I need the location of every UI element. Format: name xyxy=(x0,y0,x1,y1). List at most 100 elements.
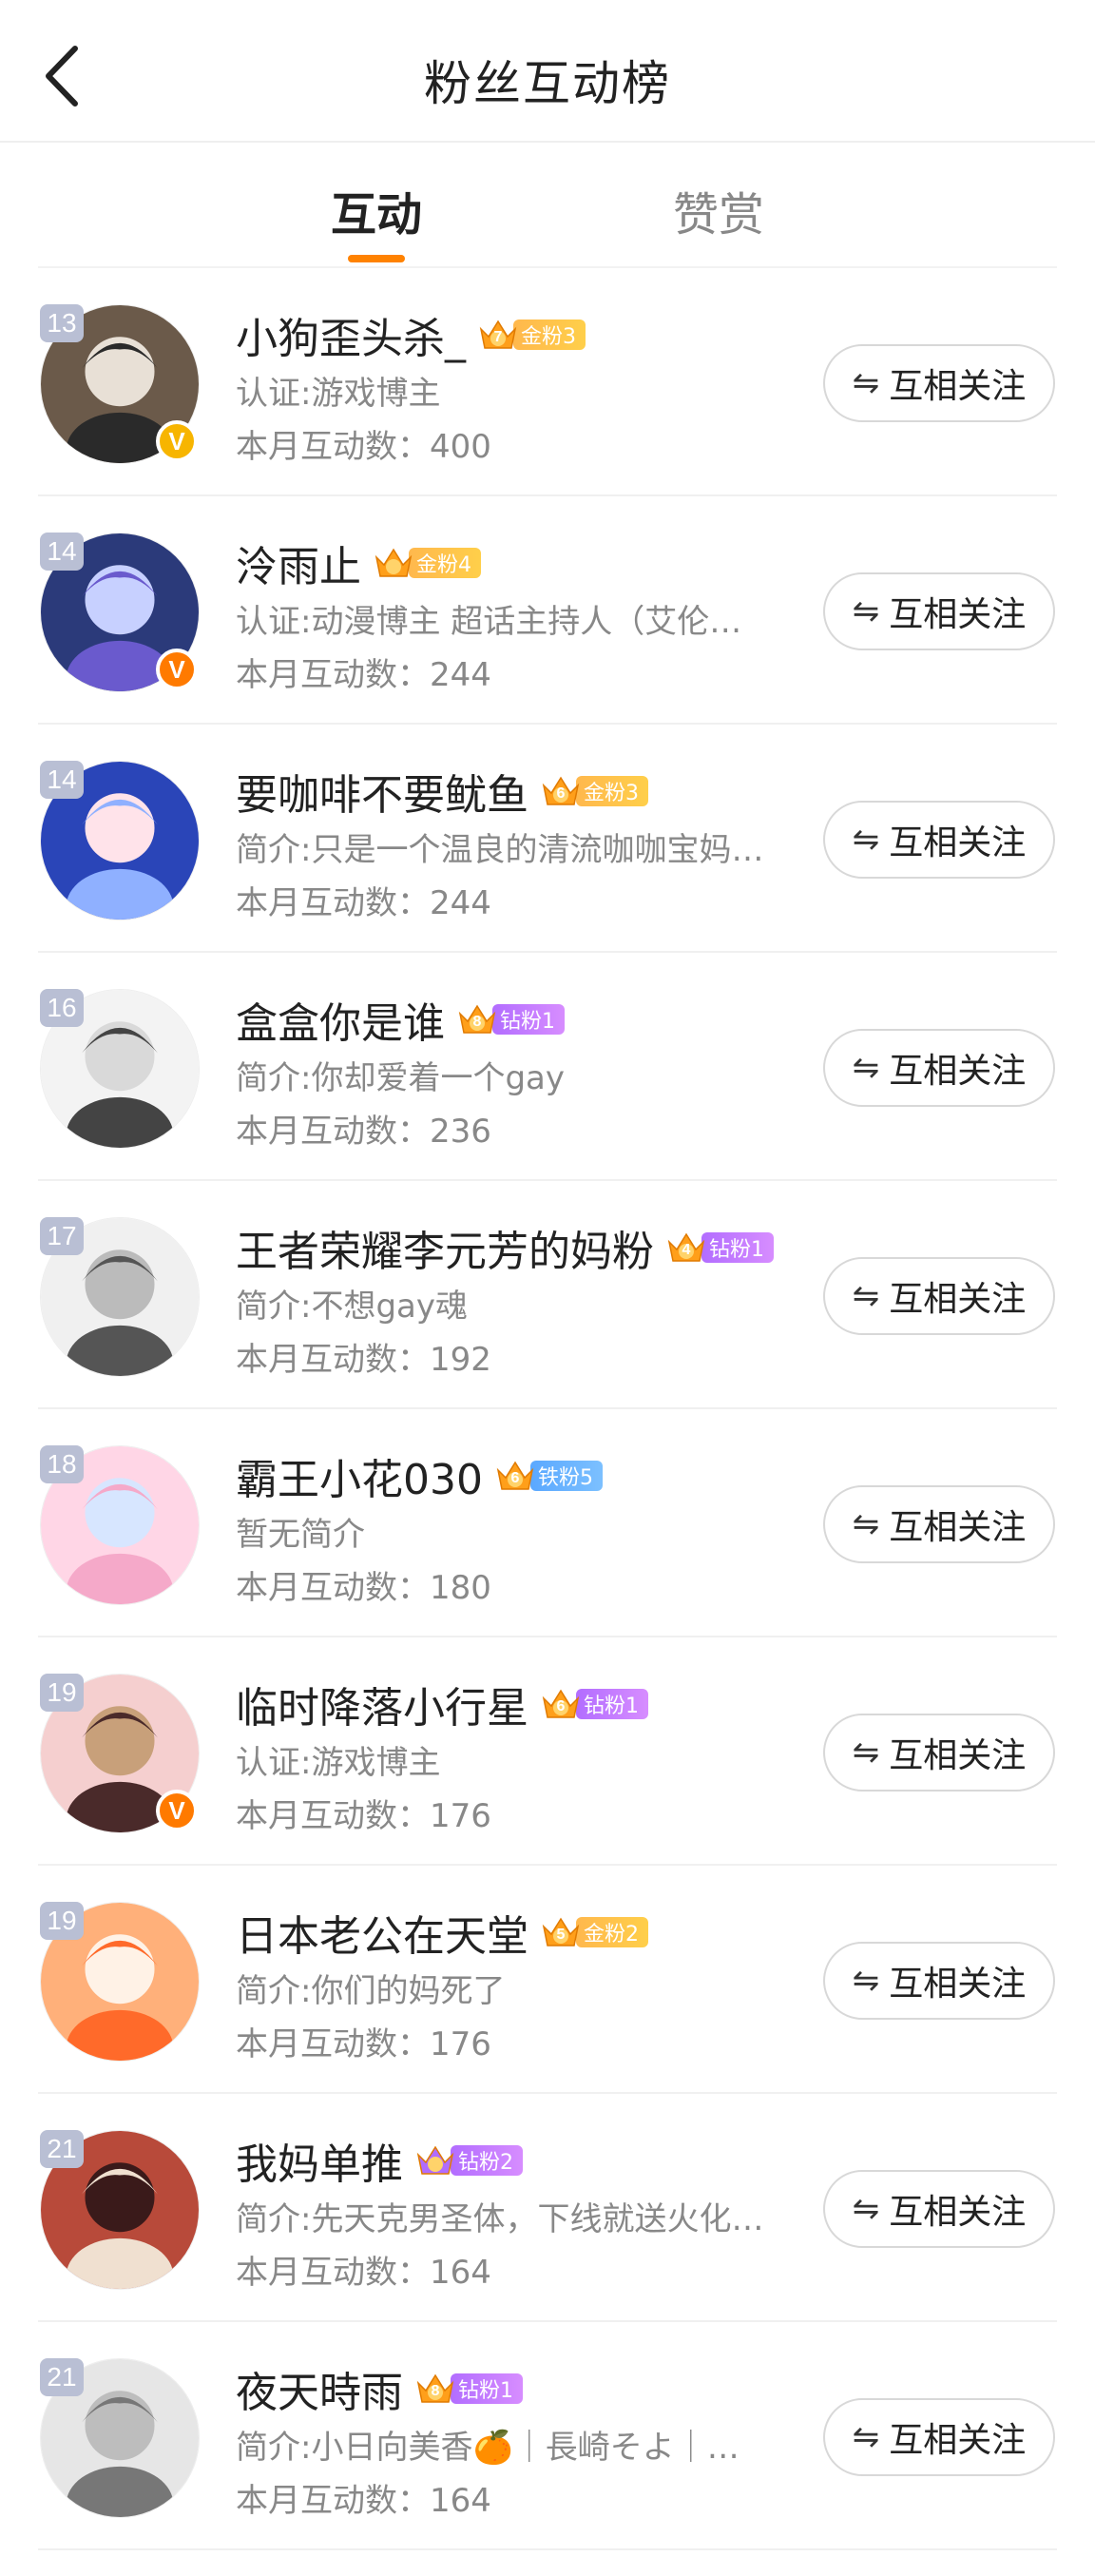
fan-description: 暂无简介 xyxy=(236,1516,365,1554)
mutual-follow-button[interactable]: ⇋ 互相关注 xyxy=(823,1257,1055,1335)
follow-button-label: 互相关注 xyxy=(889,1965,1027,2004)
interaction-count: 本月互动数：236 xyxy=(236,1113,491,1151)
interaction-count: 本月互动数：244 xyxy=(236,656,491,694)
fan-badge-label: 金粉3 xyxy=(513,320,586,350)
mutual-follow-button[interactable]: ⇋ 互相关注 xyxy=(823,1029,1055,1107)
mutual-follow-icon: ⇋ xyxy=(852,821,880,859)
mutual-follow-icon: ⇋ xyxy=(852,592,880,630)
list-item[interactable]: 21 夜天時雨 8 钻粉1 简介:小日向美香🍊｜長崎そよ｜… 本月互动数：164… xyxy=(0,2322,1095,2550)
crown-icon: 8 xyxy=(414,2370,456,2408)
active-tab-indicator xyxy=(348,255,405,262)
follow-button-label: 互相关注 xyxy=(889,2421,1027,2460)
fan-badge-label: 钻粉1 xyxy=(492,1004,565,1035)
mutual-follow-button[interactable]: ⇋ 互相关注 xyxy=(823,1485,1055,1563)
list-item[interactable]: 13 V 小狗歪头杀_ 7 金粉3 认证:游戏博主 本月互动数：400 ⇋ 互相… xyxy=(0,268,1095,496)
fan-list: 13 V 小狗歪头杀_ 7 金粉3 认证:游戏博主 本月互动数：400 ⇋ 互相… xyxy=(0,268,1095,2550)
fan-name[interactable]: 夜天時雨 xyxy=(236,2358,403,2419)
interaction-count: 本月互动数：164 xyxy=(236,2254,491,2292)
crown-level: 7 xyxy=(493,329,503,345)
fan-level-badge: 6 金粉3 xyxy=(540,774,648,808)
crown-level: 6 xyxy=(556,785,566,802)
fan-description: 认证:动漫博主 超话主持人（艾伦… xyxy=(236,603,742,641)
crown-icon xyxy=(373,544,414,582)
crown-level xyxy=(428,2155,443,2174)
rank-badge: 14 xyxy=(40,533,84,571)
list-item[interactable]: 18 霸王小花030 6 铁粉5 暂无简介 本月互动数：180 ⇋ 互相关注 xyxy=(0,1409,1095,1637)
mutual-follow-button[interactable]: ⇋ 互相关注 xyxy=(823,1714,1055,1792)
list-item[interactable]: 14 V 泠雨止 金粉4 认证:动漫博主 超话主持人（艾伦… 本月互动数：244… xyxy=(0,496,1095,725)
fan-name[interactable]: 要咖啡不要鱿鱼 xyxy=(236,761,528,822)
fan-name[interactable]: 泠雨止 xyxy=(236,533,361,593)
follow-button-label: 互相关注 xyxy=(889,2193,1027,2232)
interaction-count: 本月互动数：176 xyxy=(236,1797,491,1835)
tab-reward[interactable]: 赞赏 xyxy=(673,177,764,243)
crown-level: 6 xyxy=(556,1698,566,1714)
crown-level: 5 xyxy=(556,1927,566,1943)
crown-icon: 6 xyxy=(540,1685,582,1723)
crown-level: 6 xyxy=(510,1470,520,1486)
crown-icon: 7 xyxy=(477,316,519,354)
list-item[interactable]: 17 王者荣耀李元芳的妈粉 4 钻粉1 简介:不想gay魂 本月互动数：192 … xyxy=(0,1181,1095,1409)
fan-description: 认证:游戏博主 xyxy=(236,375,441,413)
mutual-follow-icon: ⇋ xyxy=(852,2190,880,2228)
fan-name[interactable]: 小狗歪头杀_ xyxy=(236,304,466,365)
fan-description: 简介:你们的妈死了 xyxy=(236,1972,506,2010)
mutual-follow-icon: ⇋ xyxy=(852,2418,880,2456)
crown-level: 8 xyxy=(472,1014,482,1030)
fan-name[interactable]: 霸王小花030 xyxy=(236,1445,483,1506)
page-title: 粉丝互动榜 xyxy=(424,56,671,111)
fan-level-badge: 8 钻粉1 xyxy=(456,1002,565,1036)
crown-icon xyxy=(414,2141,456,2179)
verified-icon: V xyxy=(156,420,198,462)
crown-icon: 5 xyxy=(540,1913,582,1951)
tab-bar: 互动 赞赏 xyxy=(0,143,1095,268)
mutual-follow-button[interactable]: ⇋ 互相关注 xyxy=(823,2170,1055,2248)
mutual-follow-button[interactable]: ⇋ 互相关注 xyxy=(823,801,1055,879)
crown-level xyxy=(386,557,401,576)
name-line: 要咖啡不要鱿鱼 6 金粉3 xyxy=(236,763,648,820)
mutual-follow-icon: ⇋ xyxy=(852,1049,880,1087)
fan-description: 简介:只是一个温良的清流咖咖宝妈… xyxy=(236,831,764,869)
fan-name[interactable]: 临时降落小行星 xyxy=(236,1674,528,1734)
fan-badge-label: 铁粉5 xyxy=(529,1461,603,1491)
name-line: 临时降落小行星 6 钻粉1 xyxy=(236,1675,648,1733)
mutual-follow-button[interactable]: ⇋ 互相关注 xyxy=(823,1942,1055,2020)
rank-badge: 18 xyxy=(40,1445,84,1483)
fan-name[interactable]: 日本老公在天堂 xyxy=(236,1902,528,1963)
rank-badge: 19 xyxy=(40,1902,84,1940)
interaction-count: 本月互动数：244 xyxy=(236,884,491,922)
fan-level-badge: 6 钻粉1 xyxy=(540,1687,648,1721)
fan-level-badge: 4 钻粉1 xyxy=(665,1230,774,1265)
tab-interaction[interactable]: 互动 xyxy=(331,177,422,243)
fan-name[interactable]: 我妈单推 xyxy=(236,2130,403,2191)
mutual-follow-icon: ⇋ xyxy=(852,1962,880,2000)
list-item[interactable]: 19 V 临时降落小行星 6 钻粉1 认证:游戏博主 本月互动数：176 ⇋ 互… xyxy=(0,1637,1095,1866)
fan-badge-label: 钻粉2 xyxy=(451,2145,523,2176)
top-bar: 粉丝互动榜 xyxy=(0,0,1095,143)
fan-level-badge: 6 铁粉5 xyxy=(494,1459,603,1493)
name-line: 盒盒你是谁 8 钻粉1 xyxy=(236,991,565,1048)
mutual-follow-button[interactable]: ⇋ 互相关注 xyxy=(823,344,1055,422)
interaction-count: 本月互动数：192 xyxy=(236,1341,491,1379)
rank-badge: 16 xyxy=(40,989,84,1027)
list-item[interactable]: 21 我妈单推 钻粉2 简介:先天克男圣体，下线就送火化… 本月互动数：164 … xyxy=(0,2094,1095,2322)
fan-badge-label: 金粉2 xyxy=(576,1917,648,1947)
fan-badge-label: 钻粉1 xyxy=(701,1232,774,1263)
crown-icon: 6 xyxy=(540,772,582,810)
fan-name[interactable]: 王者荣耀李元芳的妈粉 xyxy=(236,1217,654,1278)
fan-description: 认证:游戏博主 xyxy=(236,1744,441,1782)
fan-name[interactable]: 盒盒你是谁 xyxy=(236,989,445,1050)
mutual-follow-button[interactable]: ⇋ 互相关注 xyxy=(823,2398,1055,2476)
follow-button-label: 互相关注 xyxy=(889,1280,1027,1319)
mutual-follow-icon: ⇋ xyxy=(852,1733,880,1772)
list-item[interactable]: 14 要咖啡不要鱿鱼 6 金粉3 简介:只是一个温良的清流咖咖宝妈… 本月互动数… xyxy=(0,725,1095,953)
divider xyxy=(38,2548,1057,2550)
mutual-follow-icon: ⇋ xyxy=(852,1505,880,1543)
fan-level-badge: 钻粉2 xyxy=(414,2143,523,2178)
rank-badge: 19 xyxy=(40,1674,84,1712)
list-item[interactable]: 16 盒盒你是谁 8 钻粉1 简介:你却爱着一个gay 本月互动数：236 ⇋ … xyxy=(0,953,1095,1181)
rank-badge: 14 xyxy=(40,761,84,799)
list-item[interactable]: 19 日本老公在天堂 5 金粉2 简介:你们的妈死了 本月互动数：176 ⇋ 互… xyxy=(0,1866,1095,2094)
mutual-follow-button[interactable]: ⇋ 互相关注 xyxy=(823,572,1055,650)
crown-level: 4 xyxy=(682,1242,691,1258)
